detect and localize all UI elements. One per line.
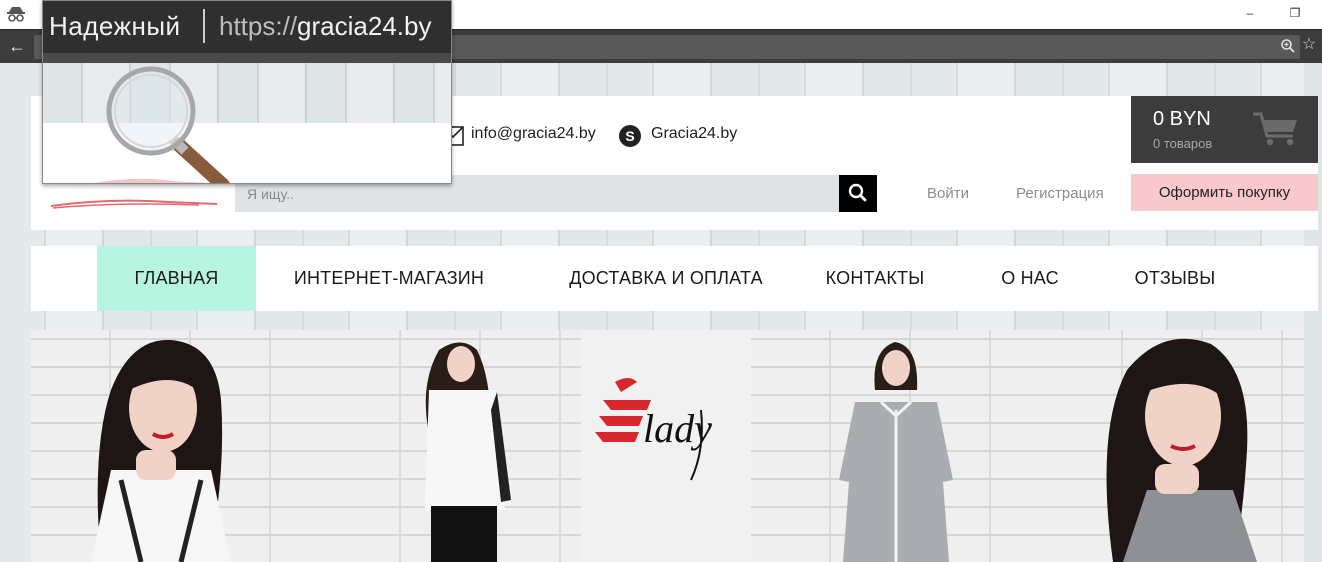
contact-email[interactable]: info@gracia24.by [471, 125, 596, 143]
magnifier-popup: Надежный https://gracia24.by [42, 0, 452, 184]
model-photo [1106, 338, 1257, 562]
nav-item-reviews[interactable]: ОТЗЫВЫ [1116, 246, 1234, 311]
hero-banner[interactable]: lady [31, 330, 1304, 562]
secure-label: Надежный [49, 11, 181, 41]
search-icon [848, 183, 867, 202]
model-photo [425, 342, 511, 562]
divider [203, 9, 205, 43]
banner-photo-1 [31, 330, 321, 562]
magnified-toolbar-strip [43, 53, 451, 63]
magnifying-glass-icon [93, 66, 230, 183]
register-link[interactable]: Регистрация [1016, 185, 1104, 202]
brand-logo-panel: lady [581, 330, 751, 562]
checkout-button[interactable]: Оформить покупку [1131, 174, 1318, 211]
zoom-icon[interactable] [1280, 38, 1296, 54]
model-photo [91, 339, 231, 562]
svg-text:S: S [625, 128, 634, 144]
elady-logo: lady [595, 378, 712, 481]
bookmark-star-icon[interactable]: ☆ [1300, 36, 1318, 54]
banner-photo-4 [1043, 330, 1304, 562]
cart-count: 0 товаров [1153, 136, 1213, 151]
incognito-icon [7, 7, 25, 22]
banner-photo-3 [751, 330, 1043, 562]
banner-photo-2 [321, 330, 581, 562]
nav-item-contacts[interactable]: КОНТАКТЫ [811, 246, 939, 311]
model-photo [839, 342, 953, 562]
main-nav: ГЛАВНАЯ ИНТЕРНЕТ-МАГАЗИН ДОСТАВКА И ОПЛА… [31, 246, 1318, 311]
minimize-icon[interactable]: – [1242, 6, 1258, 20]
back-arrow-icon[interactable]: ← [6, 36, 28, 58]
nav-item-shop[interactable]: ИНТЕРНЕТ-МАГАЗИН [279, 246, 499, 311]
contact-skype[interactable]: Gracia24.by [651, 125, 737, 143]
url-scheme: https:// [219, 11, 298, 41]
login-link[interactable]: Войти [927, 185, 969, 202]
magnified-url: https://gracia24.by [219, 11, 431, 42]
search-button[interactable] [839, 175, 877, 212]
nav-item-home[interactable]: ГЛАВНАЯ [97, 246, 256, 311]
nav-item-about[interactable]: О НАС [986, 246, 1074, 311]
restore-icon[interactable]: ❐ [1287, 6, 1303, 20]
skype-icon: S [619, 125, 641, 147]
magnified-address-bar: Надежный https://gracia24.by [43, 1, 451, 53]
url-host: gracia24.by [297, 11, 432, 41]
cart-total: 0 BYN [1153, 108, 1211, 130]
cart-widget[interactable]: 0 BYN 0 товаров [1131, 96, 1318, 163]
nav-item-delivery[interactable]: ДОСТАВКА И ОПЛАТА [541, 246, 791, 311]
shopping-cart-icon [1253, 112, 1297, 146]
